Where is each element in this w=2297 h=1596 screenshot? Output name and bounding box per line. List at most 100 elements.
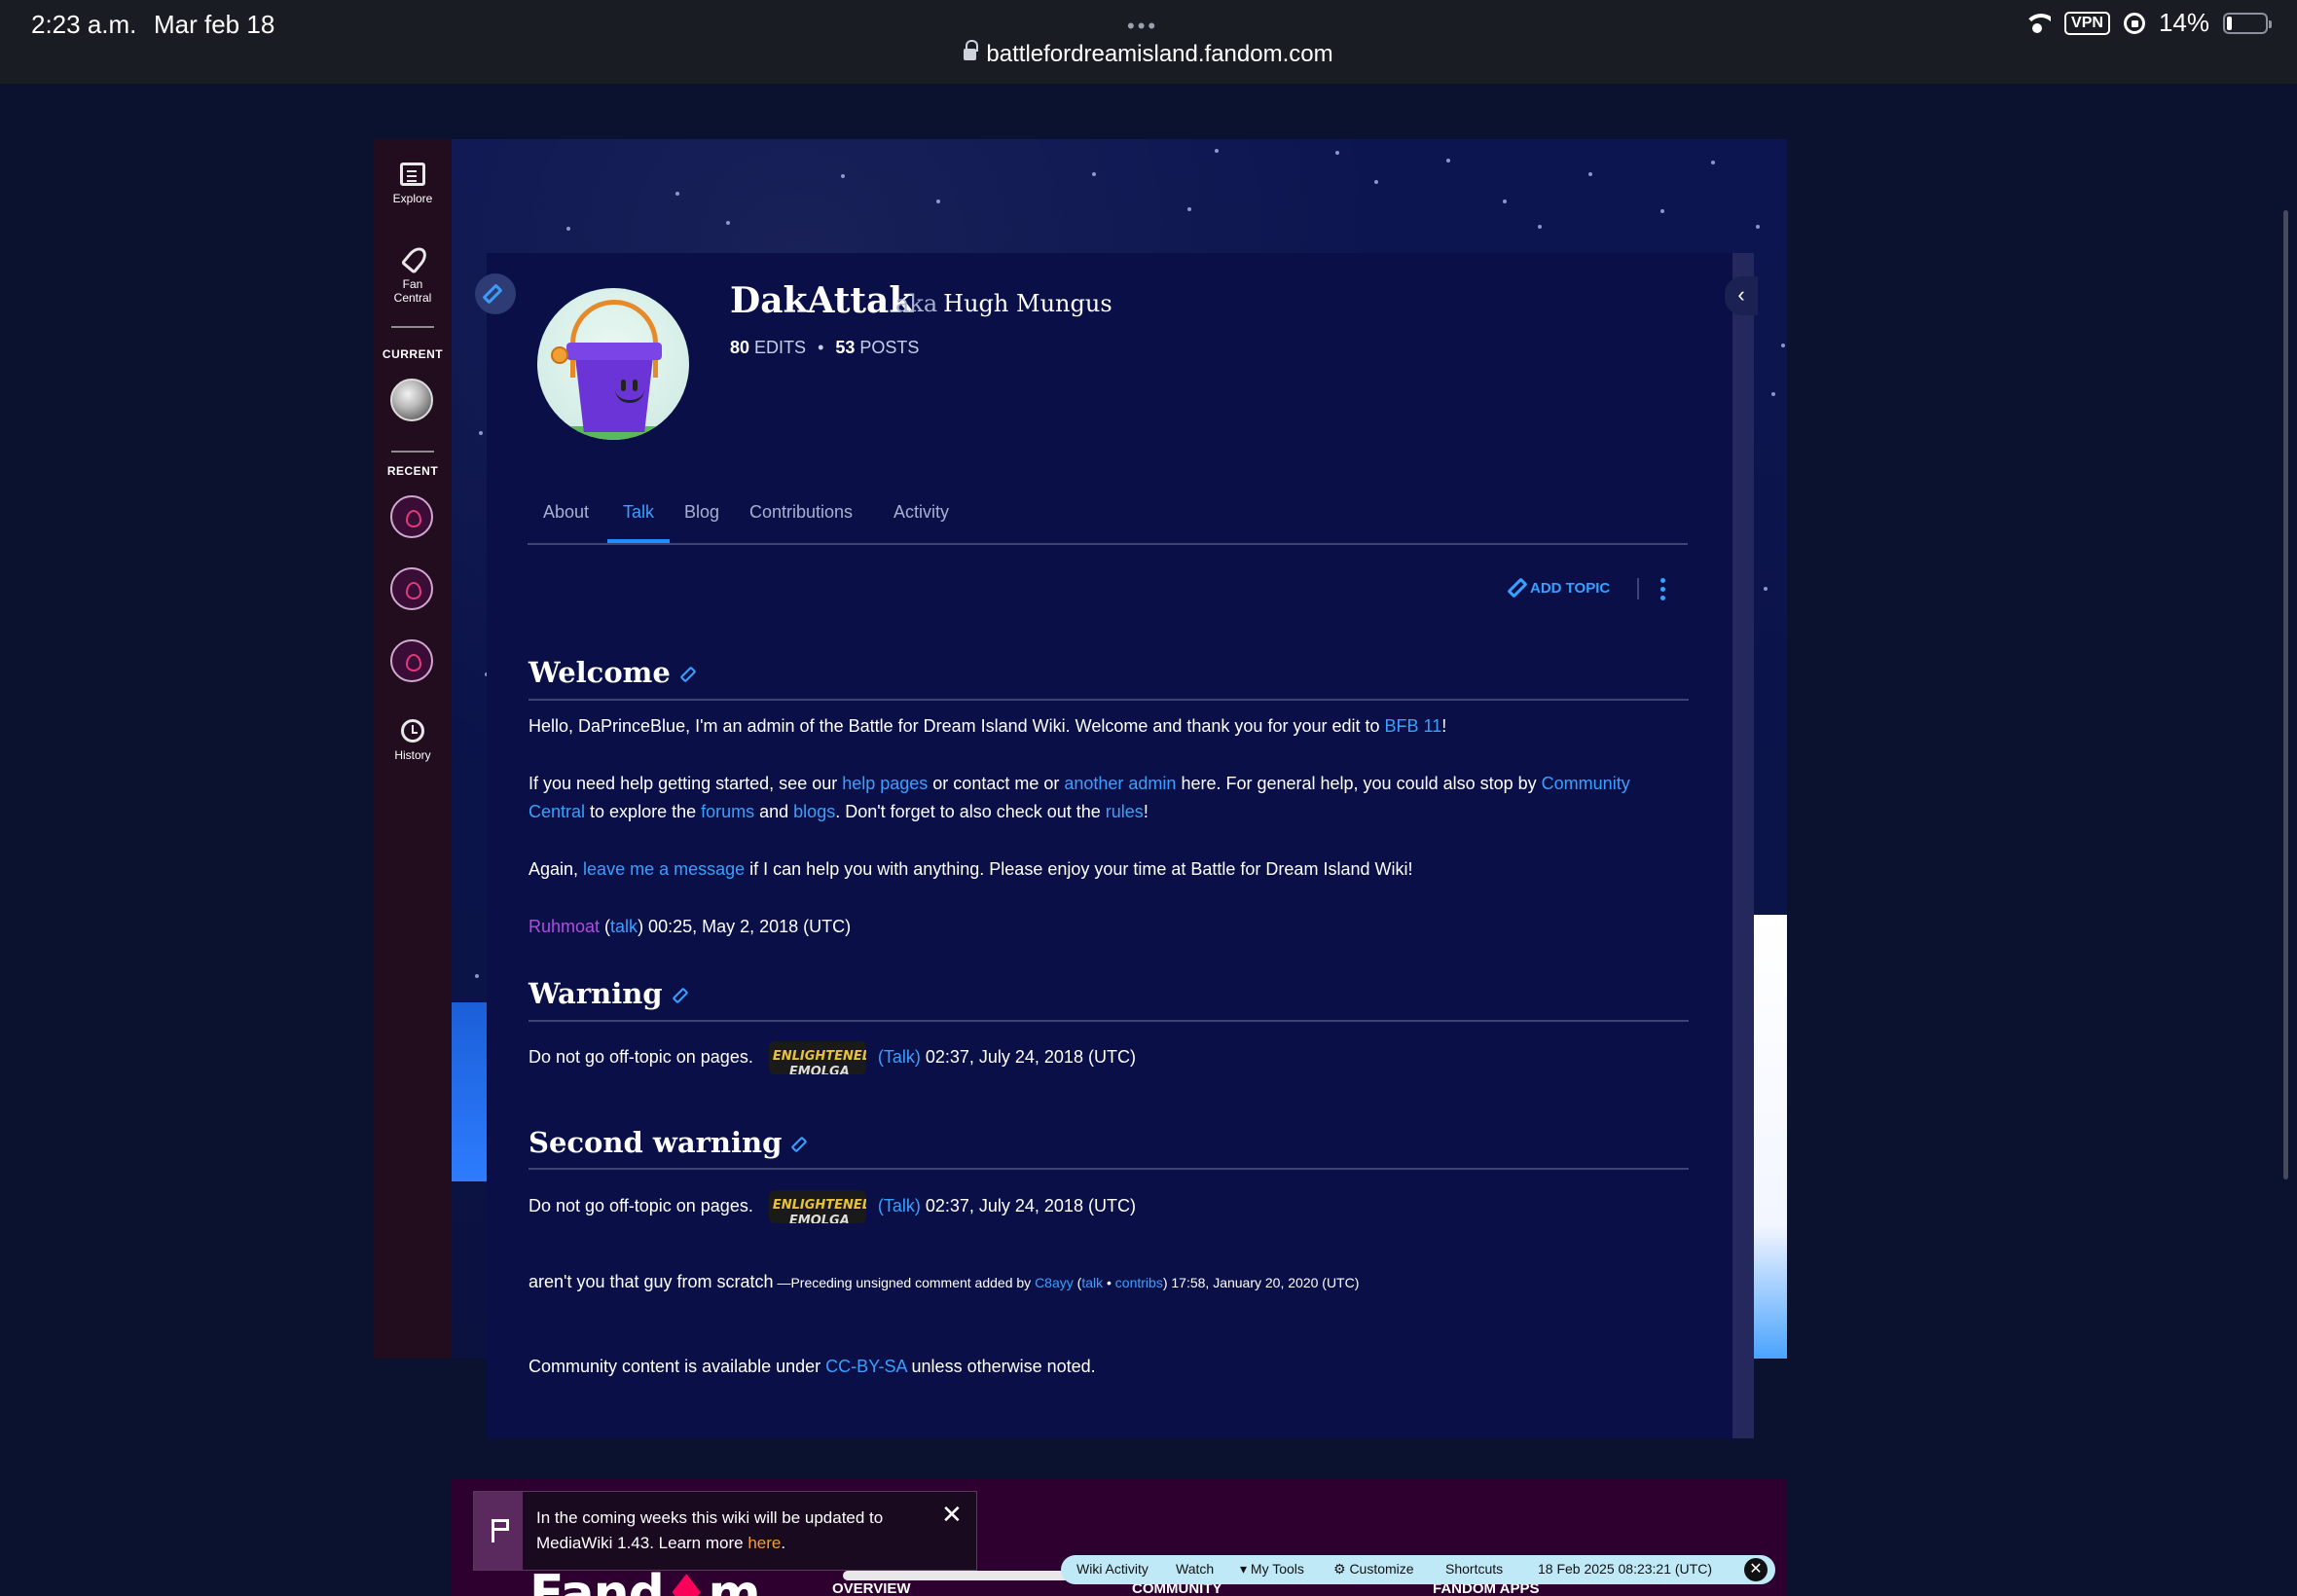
page-scrollbar[interactable] xyxy=(2283,210,2288,1179)
avatar xyxy=(537,288,689,440)
toolbar-watch[interactable]: Watch xyxy=(1176,1561,1214,1577)
edits-count: 80 xyxy=(730,338,750,357)
notice-text: In the coming weeks this wiki will be up… xyxy=(536,1508,884,1552)
recent-wiki-icon[interactable] xyxy=(390,495,433,538)
star-dot xyxy=(726,221,730,225)
link-talk[interactable]: (Talk) xyxy=(878,1047,921,1067)
stats-separator: • xyxy=(818,338,824,357)
link-cc-by-sa[interactable]: CC-BY-SA xyxy=(825,1357,906,1376)
sidebar-fan-central-label: Fan Central xyxy=(393,277,432,305)
license-footer: Community content is available under CC-… xyxy=(529,1357,1096,1376)
link-rules[interactable]: rules xyxy=(1106,802,1144,821)
sidebar-explore[interactable]: Explore xyxy=(374,163,452,205)
tab-contributions[interactable]: Contributions xyxy=(749,502,853,523)
notice-learn-more-link[interactable]: here xyxy=(747,1534,781,1552)
vpn-badge: VPN xyxy=(2064,11,2110,35)
add-topic-button[interactable]: ADD TOPIC xyxy=(1507,577,1610,598)
edit-avatar-button[interactable] xyxy=(475,273,516,314)
sidebar-current-label: CURRENT xyxy=(382,347,444,361)
star-dot xyxy=(1215,149,1219,153)
toolbar-my-tools[interactable]: ▾ My Tools xyxy=(1240,1561,1304,1578)
wiki-toolbar: Wiki Activity Watch ▾ My Tools ⚙ Customi… xyxy=(1061,1555,1775,1584)
more-options-button[interactable] xyxy=(1657,578,1668,603)
signature-badge-image[interactable]: ENLIGHTENED EMOLGA xyxy=(768,1041,866,1074)
star-dot xyxy=(1374,180,1378,184)
star-dot xyxy=(841,174,845,178)
flag-icon xyxy=(474,1492,523,1570)
star-dot xyxy=(1711,161,1715,164)
link-blogs[interactable]: blogs xyxy=(793,802,835,821)
star-dot xyxy=(1588,172,1592,176)
link-talk[interactable]: (Talk) xyxy=(878,1196,921,1215)
toolbar-shortcuts[interactable]: Shortcuts xyxy=(1445,1561,1503,1577)
section-title-second-warning: Second warning xyxy=(529,1126,808,1159)
explore-icon xyxy=(400,163,425,186)
orientation-lock-icon xyxy=(2123,12,2145,34)
link-contribs[interactable]: contribs xyxy=(1115,1275,1163,1290)
sidebar-recent-label: RECENT xyxy=(386,464,439,478)
tab-talk[interactable]: Talk xyxy=(623,502,654,523)
wifi-icon xyxy=(2024,13,2052,33)
profile-username: DakAttak xyxy=(730,280,914,321)
close-icon[interactable]: ✕ xyxy=(941,1500,963,1530)
rocket-icon xyxy=(399,244,426,272)
sidebar-history[interactable]: History xyxy=(374,719,452,762)
star-dot xyxy=(1538,225,1542,229)
profile-tabs: About Talk Blog Contributions Activity xyxy=(528,496,1688,545)
second-warning-text: Do not go off-topic on pages. ENLIGHTENED… xyxy=(529,1190,1658,1223)
link-user-ruhmoat[interactable]: Ruhmoat xyxy=(529,917,600,936)
signature-badge-image[interactable]: ENLIGHTENED EMOLGA xyxy=(768,1190,866,1223)
link-bfb-11[interactable]: BFB 11 xyxy=(1385,716,1442,736)
star-dot xyxy=(475,974,479,978)
address-bar[interactable]: battlefordreamisland.fandom.com xyxy=(0,40,2297,68)
welcome-signature: Ruhmoat (talk) 00:25, May 2, 2018 (UTC) xyxy=(529,917,852,936)
star-dot xyxy=(1503,200,1507,203)
warning-text: Do not go off-topic on pages. ENLIGHTENED… xyxy=(529,1041,1658,1074)
section-title-welcome: Welcome xyxy=(529,656,697,689)
status-date: Mar feb 18 xyxy=(154,10,275,39)
link-leave-message[interactable]: leave me a message xyxy=(583,859,745,879)
profile-aka: aka Hugh Mungus xyxy=(895,290,1112,317)
star-dot xyxy=(1781,344,1785,347)
close-icon[interactable]: ✕ xyxy=(1744,1558,1768,1581)
sidebar-fan-central[interactable]: Fan Central xyxy=(374,244,452,305)
section-divider xyxy=(529,699,1689,701)
link-user-c8ayy[interactable]: C8ayy xyxy=(1035,1275,1074,1290)
link-talk[interactable]: talk xyxy=(610,917,638,936)
lock-icon xyxy=(964,40,979,62)
tab-about[interactable]: About xyxy=(543,502,589,523)
link-help-pages[interactable]: help pages xyxy=(842,774,928,793)
battery-level-fill xyxy=(2227,16,2232,30)
current-wiki-icon[interactable] xyxy=(390,379,433,421)
sidebar-history-label: History xyxy=(394,748,431,762)
toolbar-wiki-activity[interactable]: Wiki Activity xyxy=(1076,1561,1148,1577)
collapse-rail-button[interactable]: ‹ xyxy=(1725,276,1758,315)
edits-label: EDITS xyxy=(754,338,807,357)
background-art-left xyxy=(452,1002,487,1181)
star-dot xyxy=(479,431,483,435)
unsigned-comment: aren't you that guy from scratch —Preced… xyxy=(529,1272,1360,1291)
star-dot xyxy=(1660,209,1664,213)
welcome-paragraph-1: Hello, DaPrinceBlue, I'm an admin of the… xyxy=(529,716,1447,736)
star-dot xyxy=(675,192,679,196)
history-icon xyxy=(401,719,424,743)
footer-nav-overview[interactable]: OVERVIEW xyxy=(832,1580,911,1596)
section-title-warning: Warning xyxy=(529,977,689,1010)
section-divider xyxy=(529,1020,1689,1022)
tab-activity[interactable]: Activity xyxy=(893,502,949,523)
link-another-admin[interactable]: another admin xyxy=(1064,774,1176,793)
link-forums[interactable]: forums xyxy=(701,802,754,821)
tab-blog[interactable]: Blog xyxy=(684,502,719,523)
mediawiki-update-notice: In the coming weeks this wiki will be up… xyxy=(473,1491,977,1571)
recent-wiki-icon[interactable] xyxy=(390,639,433,682)
star-dot xyxy=(1764,587,1768,591)
posts-label: POSTS xyxy=(859,338,920,357)
chevron-left-icon: ‹ xyxy=(1737,282,1745,307)
link-talk[interactable]: talk xyxy=(1081,1275,1103,1290)
browser-more-dots[interactable]: ••• xyxy=(1127,14,1158,39)
toolbar-customize[interactable]: ⚙ Customize xyxy=(1333,1561,1414,1578)
global-sidebar: Explore Fan Central CURRENT RECENT Histo… xyxy=(374,139,452,1359)
battery-icon xyxy=(2223,12,2272,34)
recent-wiki-icon[interactable] xyxy=(390,567,433,610)
star-dot xyxy=(1187,207,1191,211)
